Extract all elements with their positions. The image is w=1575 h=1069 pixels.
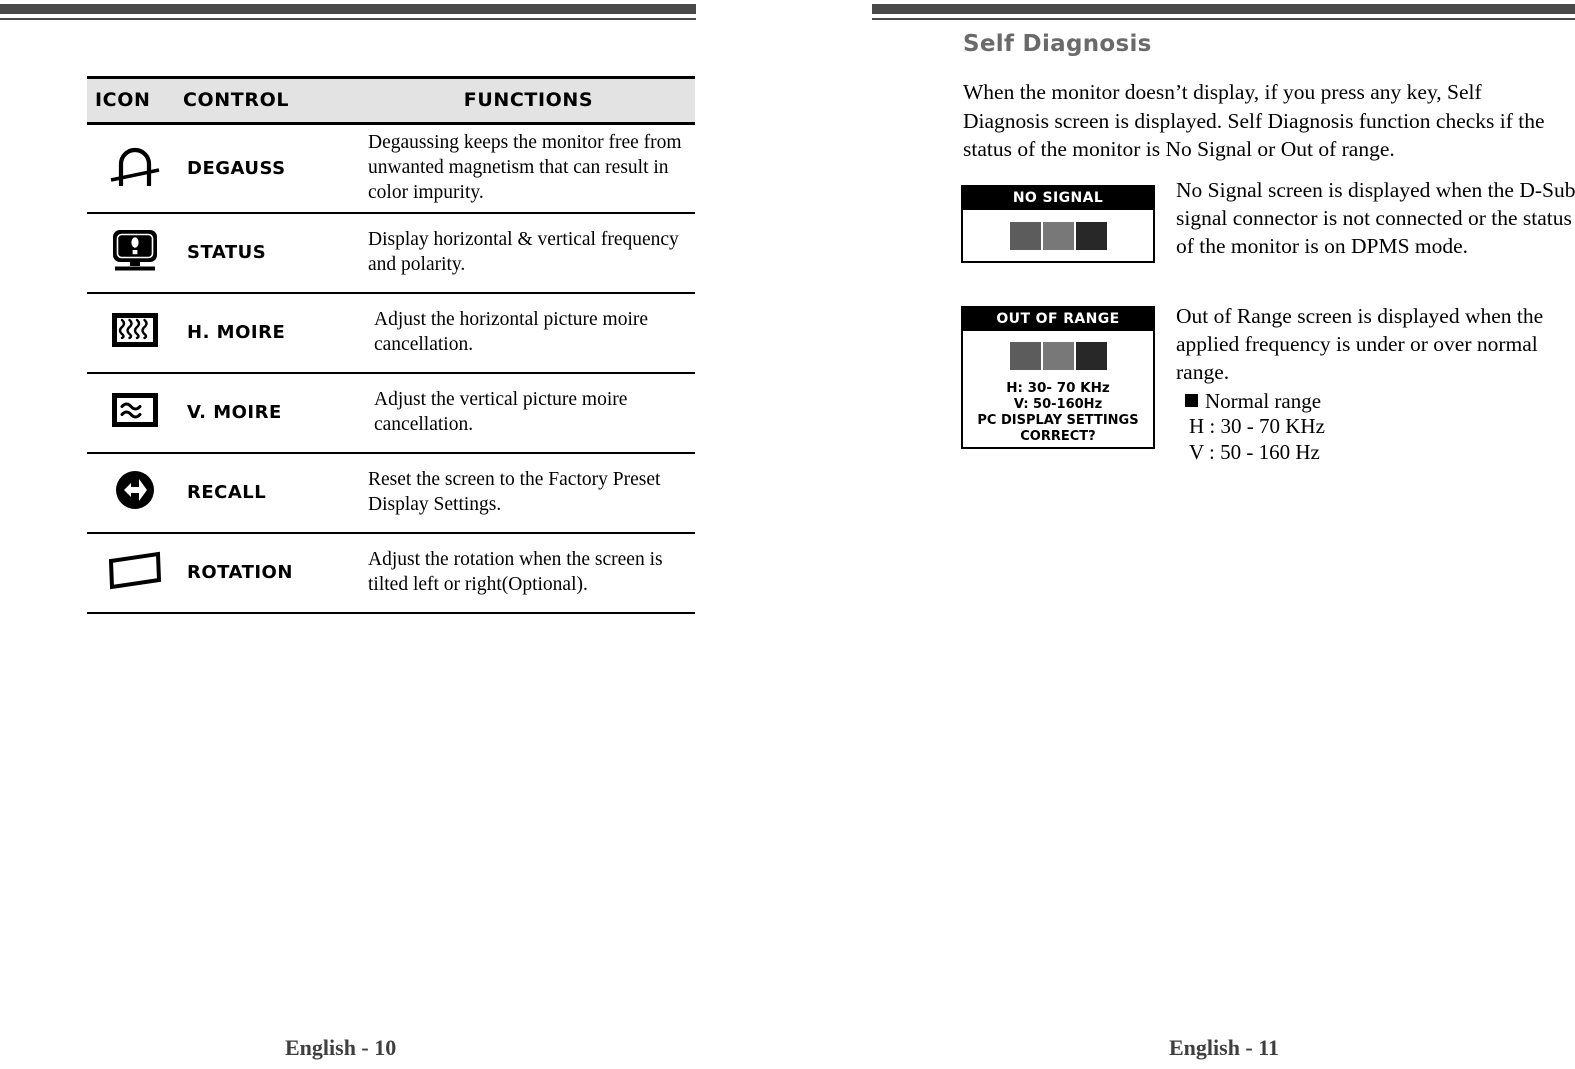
no-signal-description: No Signal screen is displayed when the D… [1176,178,1575,258]
table-row: RECALL Reset the screen to the Factory P… [87,452,695,534]
icon-cell [87,532,183,614]
black-square-bullet-icon [1185,394,1198,407]
rotation-icon [106,549,164,596]
page-top-rule-thin [872,18,1575,20]
table-row: STATUS Display horizontal & vertical fre… [87,212,695,294]
h-moire-icon [109,309,161,356]
control-label: V. MOIRE [183,372,362,454]
page-top-rule-thick [0,4,696,14]
control-functions-table: ICON CONTROL FUNCTIONS DEGAUSS Degaussin [87,76,695,614]
normal-range-heading-row: Normal range [1185,389,1325,414]
icon-cell [87,123,183,214]
page-left: ICON CONTROL FUNCTIONS DEGAUSS Degaussin [0,0,787,1069]
control-label: RECALL [183,452,362,534]
function-description: Adjust the vertical picture moire cancel… [362,372,695,454]
table-row: H. MOIRE Adjust the horizontal picture m… [87,292,695,374]
v-moire-icon [109,389,161,436]
color-bar-dark [1009,342,1041,370]
osd-screen-no-signal: NO SIGNAL [961,185,1155,263]
color-bar-mid [1042,342,1074,370]
color-bar-darkest [1075,342,1107,370]
status-monitor-icon [109,226,161,279]
control-label: H. MOIRE [183,292,362,374]
color-bar-dark [1009,222,1041,250]
page-footer-left: English - 10 [285,1035,397,1060]
osd-line-prompt-2: CORRECT? [1020,429,1096,445]
icon-cell [87,212,183,294]
out-of-range-description: Out of Range screen is displayed when th… [1176,304,1544,384]
color-bars [963,222,1153,250]
color-bars [963,342,1153,370]
function-description: Adjust the rotation when the screen is t… [362,532,695,614]
control-label: ROTATION [183,532,362,614]
recall-icon [111,467,159,518]
icon-cell [87,372,183,454]
table-header-row: ICON CONTROL FUNCTIONS [87,76,695,125]
osd-title-no-signal: NO SIGNAL [963,187,1153,210]
page-top-rule-thin [0,18,696,20]
normal-range-heading: Normal range [1205,389,1322,413]
self-diagnosis-intro-paragraph: When the monitor doesn’t display, if you… [963,80,1545,162]
table-row: V. MOIRE Adjust the vertical picture moi… [87,372,695,454]
color-bar-darkest [1075,222,1107,250]
column-header-functions: FUNCTIONS [362,76,695,125]
section-title-self-diagnosis: Self Diagnosis [963,31,1152,57]
osd-line-vertical: V: 50-160Hz [1013,396,1103,412]
table-row: DEGAUSS Degaussing keeps the monitor fre… [87,123,695,214]
page-footer-right: English - 11 [1169,1035,1280,1060]
normal-range-vertical: V : 50 - 160 Hz [1189,439,1320,464]
table-body: DEGAUSS Degaussing keeps the monitor fre… [87,123,695,614]
table-row: ROTATION Adjust the rotation when the sc… [87,532,695,614]
function-description: Display horizontal & vertical frequency … [362,212,695,294]
osd-line-horizontal: H: 30- 70 KHz [1006,380,1110,396]
osd-body-no-signal [963,210,1153,250]
osd-frequency-lines: H: 30- 70 KHz V: 50-160Hz PC DISPLAY SET… [963,380,1153,446]
normal-range-block: Normal range H : 30 - 70 KHz V : 50 - 16… [1185,389,1325,465]
function-description: Adjust the horizontal picture moire canc… [362,292,695,374]
osd-screen-out-of-range: OUT OF RANGE H: 30- 70 KHz V: 50-160Hz P… [961,306,1155,449]
icon-cell [87,452,183,534]
normal-range-horizontal: H : 30 - 70 KHz [1189,414,1325,439]
osd-title-out-of-range: OUT OF RANGE [963,308,1153,331]
table-header: ICON CONTROL FUNCTIONS [87,76,695,125]
degauss-icon [107,142,163,195]
osd-line-prompt-1: PC DISPLAY SETTINGS [977,413,1139,429]
osd-body-out-of-range: H: 30- 70 KHz V: 50-160Hz PC DISPLAY SET… [963,331,1153,446]
control-label: STATUS [183,212,362,294]
color-bar-mid [1042,222,1074,250]
icon-cell [87,292,183,374]
function-description: Degaussing keeps the monitor free from u… [362,123,695,214]
page-top-rule-thick [872,4,1575,14]
column-header-icon: ICON [87,76,183,125]
function-description: Reset the screen to the Factory Preset D… [362,452,695,534]
control-label: DEGAUSS [183,123,362,214]
column-header-control: CONTROL [183,76,362,125]
